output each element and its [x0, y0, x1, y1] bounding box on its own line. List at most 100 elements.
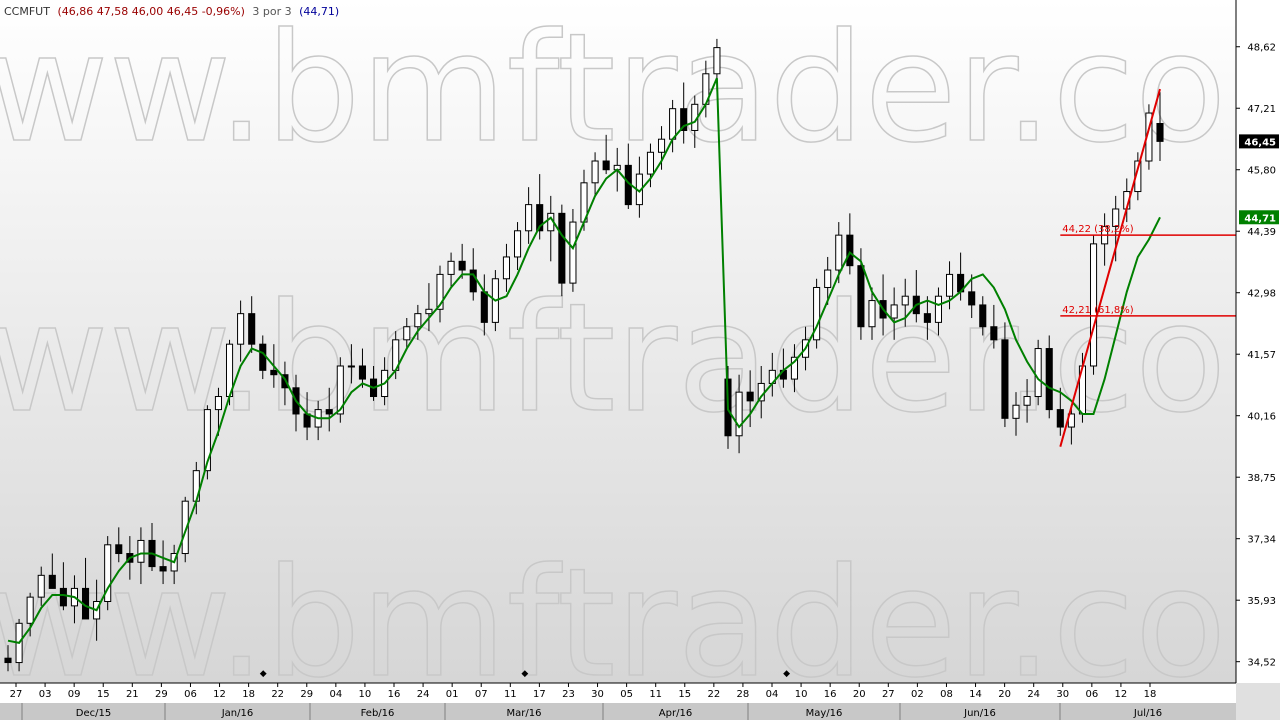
candle-body [735, 391, 743, 437]
time-tick-label: 22 [707, 689, 720, 700]
month-bar [0, 703, 1280, 720]
candle-body [713, 47, 721, 75]
candle-body [1012, 404, 1020, 419]
ma-value-label: 44,71 [1244, 213, 1276, 224]
candle-body [669, 108, 677, 140]
candlestick-chart[interactable]: www.bmftrader.com www.bmftrader.com www.… [0, 0, 1280, 720]
time-tick-label: 18 [242, 689, 255, 700]
time-tick-label: 06 [1085, 689, 1098, 700]
candle-body [525, 204, 533, 232]
price-tick-label: 38,75 [1247, 473, 1276, 484]
time-tick-label: 23 [562, 689, 575, 700]
candle-body [4, 657, 12, 664]
candle-body [646, 151, 655, 175]
candle-body [248, 313, 256, 345]
time-tick-label: 08 [940, 689, 953, 700]
candle-body [48, 574, 56, 589]
month-label: Jan/16 [221, 708, 254, 719]
candle-body [569, 221, 577, 284]
time-tick-label: 02 [911, 689, 924, 700]
candle-body [1156, 122, 1164, 142]
candle[interactable] [104, 536, 112, 611]
candle-body [1056, 409, 1064, 428]
candle-body [746, 391, 754, 402]
price-tick-label: 40,16 [1247, 412, 1276, 423]
candle-body [835, 234, 843, 271]
time-tick-label: 10 [359, 689, 372, 700]
price-tick-label: 37,34 [1247, 535, 1276, 546]
event-marker: ◆ [521, 669, 528, 679]
time-tick-label: 12 [213, 689, 226, 700]
time-tick-label: 09 [68, 689, 81, 700]
fib-level-label: 42,21 (61,8%) [1062, 305, 1133, 316]
ohlc-readout: (46,86 47,58 46,00 46,45 -0,96%) [57, 5, 244, 18]
indicator-readout: (44,71) [299, 5, 339, 18]
candle-body [469, 269, 477, 293]
time-tick-label: 10 [795, 689, 808, 700]
candle-body [1034, 348, 1042, 398]
time-tick-label: 03 [39, 689, 52, 700]
month-label: Jun/16 [963, 708, 996, 719]
candle[interactable] [336, 357, 344, 423]
candle-body [403, 326, 411, 341]
time-tick-label: 14 [969, 689, 982, 700]
candle-body [602, 160, 610, 171]
candle-body [558, 212, 566, 284]
time-tick-label: 24 [1027, 689, 1040, 700]
candle-body [968, 291, 976, 306]
candle-body [237, 313, 245, 345]
candle-body [325, 409, 333, 415]
candle-body [259, 343, 267, 371]
candle-body [502, 256, 511, 280]
candle-body [923, 313, 931, 323]
candle-body [890, 304, 898, 319]
price-tick-label: 45,80 [1247, 166, 1276, 177]
chart-window[interactable]: www.bmftrader.com www.bmftrader.com www.… [0, 0, 1280, 720]
candle-body [115, 544, 123, 555]
last-price-label: 46,45 [1244, 137, 1276, 148]
time-tick-label: 22 [271, 689, 284, 700]
time-tick-label: 11 [649, 689, 662, 700]
candle-body [868, 300, 876, 328]
time-tick-label: 04 [766, 689, 779, 700]
time-tick-label: 16 [824, 689, 837, 700]
fib-level-label: 44,22 (38,2%) [1062, 224, 1133, 235]
price-tick-label: 41,57 [1247, 350, 1276, 361]
time-tick-label: 12 [1115, 689, 1128, 700]
symbol-label: CCMFUT [4, 5, 50, 18]
time-tick-label: 16 [388, 689, 401, 700]
candle-body [824, 269, 832, 288]
candle-body [159, 566, 167, 572]
watermark-text: www.bmftrader.com [0, 2, 1280, 176]
price-axis-bg [1236, 0, 1280, 683]
time-tick-label: 06 [184, 689, 197, 700]
watermark-text: www.bmftrader.com [0, 272, 1280, 446]
candle-body [59, 587, 67, 607]
candle-body [447, 260, 455, 275]
candle-body [270, 369, 278, 376]
time-tick-label: 20 [853, 689, 866, 700]
month-label: Dec/15 [76, 708, 111, 719]
time-tick-label: 15 [678, 689, 691, 700]
time-tick-label: 28 [737, 689, 750, 700]
candle-body [945, 273, 954, 297]
candle-body [414, 313, 422, 328]
time-tick-label: 21 [126, 689, 139, 700]
time-tick-label: 20 [998, 689, 1011, 700]
time-tick-label: 18 [1144, 689, 1157, 700]
month-label: May/16 [806, 708, 843, 719]
candle-body [425, 308, 433, 315]
candle-body [480, 291, 488, 323]
candle-body [934, 295, 943, 323]
candle[interactable] [1034, 339, 1042, 406]
month-label: Feb/16 [361, 708, 395, 719]
candle-body [591, 160, 599, 184]
candle-body [1001, 339, 1009, 419]
candle[interactable] [558, 204, 566, 297]
price-tick-label: 48,62 [1247, 43, 1276, 54]
time-tick-label: 30 [1056, 689, 1069, 700]
watermark-layer: www.bmftrader.com www.bmftrader.com www.… [0, 1, 1280, 712]
candle[interactable] [813, 278, 821, 349]
time-tick-label: 30 [591, 689, 604, 700]
price-tick-label: 34,52 [1247, 658, 1276, 669]
